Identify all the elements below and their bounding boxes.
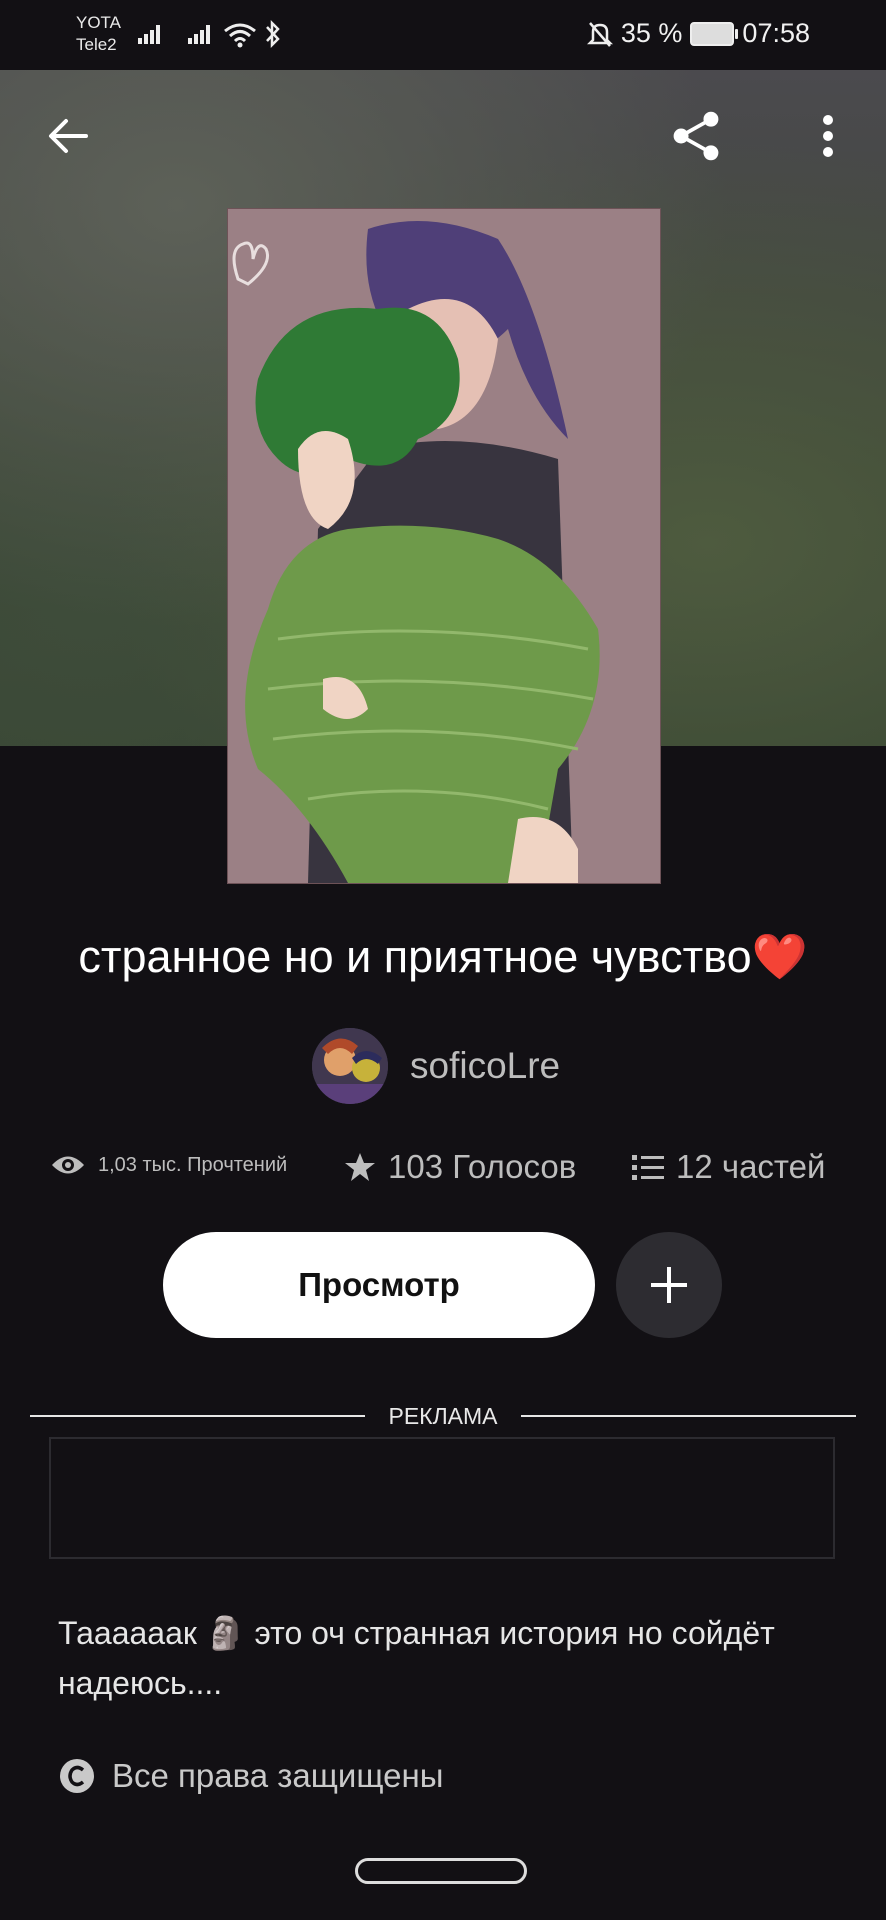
author-name: soficoLre <box>410 1045 561 1086</box>
clock: 07:58 <box>742 18 810 48</box>
signal-icon <box>138 25 160 44</box>
carrier-info: YOTA Tele2 <box>76 12 121 56</box>
eye-icon <box>52 1156 84 1174</box>
bell-off-icon <box>586 21 613 47</box>
more-button[interactable] <box>800 108 856 164</box>
avatar-image <box>312 1028 388 1104</box>
bluetooth-icon <box>266 19 280 49</box>
ad-divider: РЕКЛАМА <box>30 1403 856 1433</box>
copyright-row: Все права защищены <box>58 1757 443 1795</box>
parts-stat[interactable]: 12 частей <box>632 1148 825 1186</box>
back-button[interactable] <box>40 108 96 164</box>
arrow-left-icon <box>49 119 88 153</box>
read-button[interactable]: Просмотр <box>163 1232 595 1338</box>
battery-icon <box>690 21 739 46</box>
ad-slot[interactable] <box>49 1437 835 1559</box>
share-button[interactable] <box>668 108 724 164</box>
avatar <box>312 1028 388 1104</box>
divider-line-right <box>521 1415 856 1417</box>
home-indicator[interactable] <box>355 1858 527 1884</box>
author-link[interactable]: soficoLre <box>312 1028 560 1104</box>
signal-icon <box>188 25 210 44</box>
story-description: Таааааак 🗿 это оч странная история но со… <box>58 1615 775 1701</box>
wifi-icon <box>224 23 256 48</box>
votes-stat: 103 Голосов <box>344 1148 576 1186</box>
share-icon <box>673 111 719 161</box>
copyright-text: Все права защищены <box>112 1757 444 1794</box>
reads-stat: 1,03 тыс. Прочтений <box>50 1152 287 1178</box>
carrier-2: Tele2 <box>76 35 117 54</box>
list-icon <box>632 1155 664 1180</box>
story-cover[interactable] <box>227 208 661 884</box>
copyright-icon <box>60 1759 94 1793</box>
plus-icon <box>651 1267 687 1303</box>
star-icon <box>345 1153 375 1181</box>
status-bar: YOTA Tele2 35 % 07:58 <box>0 0 886 70</box>
status-right: 35 % 07:58 <box>586 18 810 49</box>
votes-count: 103 Голосов <box>388 1148 577 1185</box>
story-title: странное но и приятное чувство❤️ <box>78 931 808 982</box>
parts-count: 12 частей <box>676 1148 826 1185</box>
cover-illustration <box>228 209 660 883</box>
story-stats: 1,03 тыс. Прочтений 103 Голосов 12 часте… <box>0 1148 886 1198</box>
reads-count: 1,03 тыс. Прочтений <box>98 1153 288 1176</box>
more-vertical-icon <box>823 115 833 157</box>
battery-percent: 35 % <box>620 18 683 48</box>
carrier-1: YOTA <box>76 13 122 32</box>
add-to-library-button[interactable] <box>616 1232 722 1338</box>
